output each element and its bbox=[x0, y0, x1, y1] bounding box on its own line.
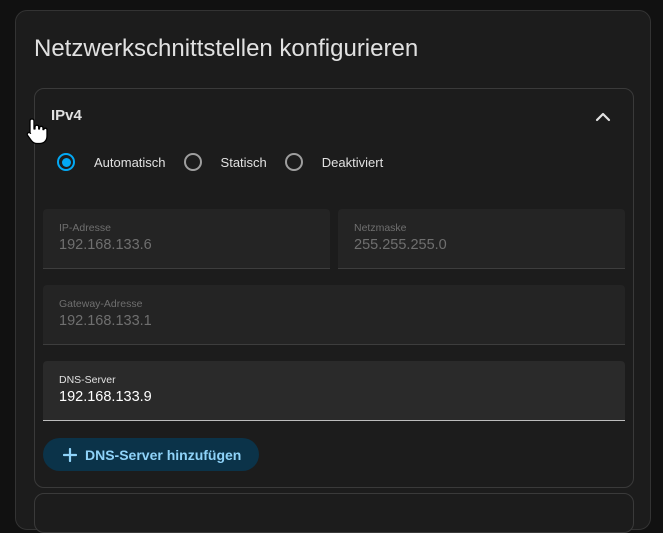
radio-disabled[interactable]: Deaktiviert bbox=[284, 153, 384, 171]
gateway-value: 192.168.133.1 bbox=[59, 313, 152, 329]
netmask-label: Netzmaske bbox=[354, 222, 407, 234]
radio-automatic[interactable]: Automatisch bbox=[57, 153, 166, 171]
netmask-value: 255.255.255.0 bbox=[354, 237, 447, 253]
dns-server-input[interactable]: DNS-Server 192.168.133.9 bbox=[43, 361, 625, 421]
netmask-field: Netzmaske 255.255.255.0 bbox=[338, 209, 625, 269]
ipv4-panel: IPv4 Automatisch Statisch Deaktiviert IP… bbox=[34, 88, 634, 488]
hand-pointer-icon bbox=[25, 117, 49, 145]
radio-disabled-label: Deaktiviert bbox=[321, 154, 384, 170]
add-dns-server-button[interactable]: DNS-Server hinzufügen bbox=[43, 438, 260, 471]
dns-server-label: DNS-Server bbox=[59, 374, 116, 386]
radio-static-indicator[interactable] bbox=[183, 153, 202, 171]
plus-icon bbox=[63, 447, 77, 462]
page-title: Netzwerkschnittstellen konfigurieren bbox=[34, 35, 419, 62]
radio-static-label: Statisch bbox=[220, 154, 267, 170]
next-section-panel[interactable] bbox=[34, 493, 634, 533]
radio-static[interactable]: Statisch bbox=[183, 153, 267, 171]
radio-automatic-label: Automatisch bbox=[94, 154, 166, 170]
chevron-up-icon[interactable] bbox=[591, 105, 615, 129]
ip-address-field: IP-Adresse 192.168.133.6 bbox=[43, 209, 330, 269]
radio-disabled-indicator[interactable] bbox=[284, 153, 303, 171]
add-dns-server-label: DNS-Server hinzufügen bbox=[85, 446, 242, 463]
ipv4-section-title[interactable]: IPv4 bbox=[51, 107, 82, 124]
dns-server-value: 192.168.133.9 bbox=[59, 389, 152, 405]
gateway-field: Gateway-Adresse 192.168.133.1 bbox=[43, 285, 625, 345]
network-config-card: Netzwerkschnittstellen konfigurieren IPv… bbox=[15, 10, 651, 533]
radio-automatic-indicator[interactable] bbox=[57, 153, 75, 171]
ipv4-mode-radio-group: Automatisch Statisch Deaktiviert bbox=[57, 153, 401, 171]
ip-address-label: IP-Adresse bbox=[59, 222, 111, 234]
ip-address-value: 192.168.133.6 bbox=[59, 237, 152, 253]
gateway-label: Gateway-Adresse bbox=[59, 298, 143, 310]
